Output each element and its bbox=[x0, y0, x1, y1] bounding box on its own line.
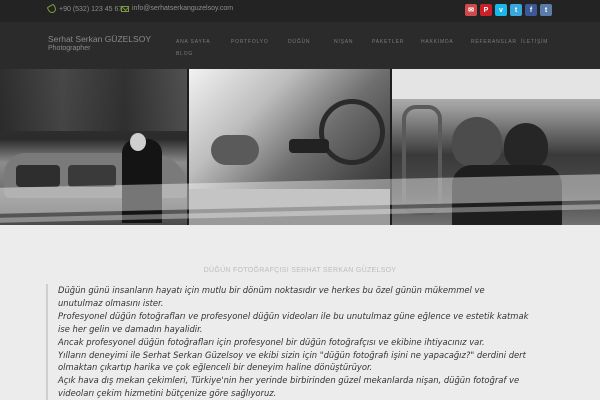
brand-subtitle: Photographer bbox=[48, 45, 91, 52]
hero-slider[interactable] bbox=[0, 69, 600, 225]
nav-item-blog[interactable]: BLOG bbox=[176, 51, 193, 57]
quote-line: Yılların deneyimi ile Serhat Serkan Güze… bbox=[58, 349, 526, 360]
nav-item-wedding[interactable]: DÜĞÜN bbox=[288, 39, 310, 45]
quote-line: videoları çekim hizmetini bütçenize göre… bbox=[58, 388, 277, 399]
quote-line: olmaktan çıkartıp harika ve çok eğlencel… bbox=[58, 362, 373, 373]
quote-line: Düğün günü insanların hayatı için mutlu … bbox=[58, 285, 485, 295]
nav-item-home[interactable]: ANA SAYFA bbox=[176, 39, 210, 45]
top-bar: +90 (532) 123 45 67 info@serhatserkanguz… bbox=[0, 0, 600, 22]
nav-item-about[interactable]: HAKKIMDA bbox=[421, 39, 454, 45]
mail-icon[interactable]: ✉ bbox=[465, 4, 477, 16]
twitter-icon[interactable]: t bbox=[510, 4, 522, 16]
quote-line: ise her gelin ve damadın hayalidir. bbox=[58, 323, 203, 334]
social-links: ✉ Pv t f t bbox=[465, 4, 552, 16]
brand-name: Serhat Serkan GÜZELSOY bbox=[48, 34, 151, 44]
nav-item-portfolio[interactable]: PORTFOLYO bbox=[231, 39, 269, 45]
nav-item-contact[interactable]: İLETİŞİM bbox=[521, 39, 548, 45]
main-header: Serhat Serkan GÜZELSOY Photographer ANA … bbox=[0, 22, 600, 69]
site-logo[interactable]: Serhat Serkan GÜZELSOY Photographer bbox=[48, 35, 151, 53]
envelope-icon bbox=[121, 5, 129, 12]
intro-quote: Düğün günü insanların hayatı için mutlu … bbox=[46, 284, 560, 400]
facebook-icon[interactable]: f bbox=[525, 4, 537, 16]
quote-line: Ancak profesyonel düğün fotoğrafları içi… bbox=[58, 336, 485, 347]
phone-number: +90 (532) 123 45 67 bbox=[59, 5, 123, 13]
email-contact[interactable]: info@serhatserkanguzelsoy.com bbox=[121, 5, 233, 12]
nav-item-packages[interactable]: PAKETLER bbox=[372, 39, 404, 45]
nav-item-references[interactable]: REFERANSLAR bbox=[471, 39, 517, 45]
phone-contact[interactable]: +90 (532) 123 45 67 bbox=[46, 3, 123, 15]
quote-line: Profesyonel düğün fotoğrafları ve profes… bbox=[58, 310, 529, 321]
quote-line: unutulmaz olmasını ister. bbox=[58, 297, 164, 308]
phone-icon bbox=[46, 3, 58, 15]
tumblr-icon[interactable]: t bbox=[540, 4, 552, 16]
email-address: info@serhatserkanguzelsoy.com bbox=[132, 5, 234, 12]
vimeo-icon[interactable]: v bbox=[495, 4, 507, 16]
nav-item-engagement[interactable]: NİŞAN bbox=[334, 39, 353, 45]
intro-section: DÜĞÜN FOTOĞRAFÇISI SERHAT SERKAN GÜZELSO… bbox=[0, 225, 600, 400]
pinterest-icon[interactable]: P bbox=[480, 4, 492, 16]
quote-line: Açık hava dış mekan çekimleri, Türkiye'n… bbox=[58, 375, 520, 386]
section-title: DÜĞÜN FOTOĞRAFÇISI SERHAT SERKAN GÜZELSO… bbox=[203, 267, 397, 274]
